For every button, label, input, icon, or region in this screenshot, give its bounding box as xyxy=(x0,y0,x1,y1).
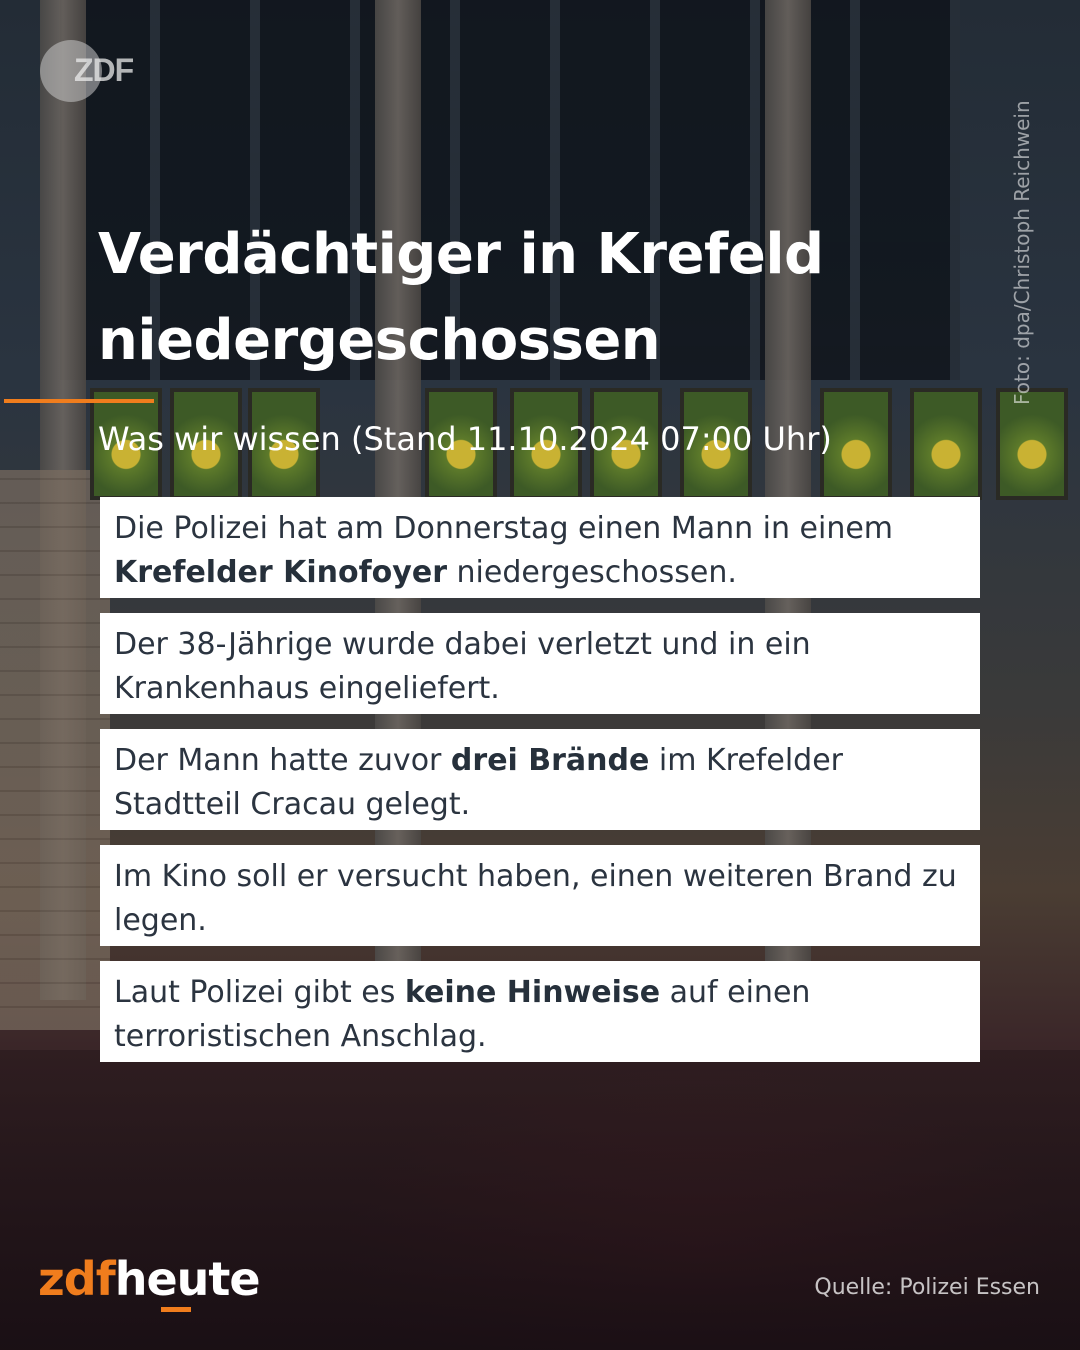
subtitle: Was wir wissen (Stand 11.10.2024 07:00 U… xyxy=(98,420,832,458)
fact-text: niedergeschossen. xyxy=(447,555,737,590)
fact-text: Der 38-Jährige wurde dabei verletzt und … xyxy=(114,627,811,706)
brand-zdf: zdf xyxy=(38,1252,116,1306)
photo-credit: Foto: dpa/Christoph Reichwein xyxy=(1010,100,1034,405)
fact-text: Die Polizei hat am Donnerstag einen Mann… xyxy=(114,511,894,546)
facts-list: Die Polizei hat am Donnerstag einen Mann… xyxy=(100,497,980,1077)
accent-divider xyxy=(4,399,154,403)
fact-card: Im Kino soll er versucht haben, einen we… xyxy=(100,845,980,946)
fact-highlight: Krefelder Kinofoyer xyxy=(114,555,447,590)
brand-underline xyxy=(161,1307,191,1312)
fact-card: Der Mann hatte zuvor drei Brände im Kref… xyxy=(100,729,980,830)
fact-card: Die Polizei hat am Donnerstag einen Mann… xyxy=(100,497,980,598)
brick-wall xyxy=(0,470,110,1030)
fact-highlight: keine Hinweise xyxy=(404,975,661,1010)
fact-highlight: drei Brände xyxy=(450,743,650,778)
fact-text: Laut Polizei gibt es xyxy=(114,975,405,1010)
zdfheute-logo: zdfheute xyxy=(38,1252,261,1312)
fact-card: Laut Polizei gibt es keine Hinweise auf … xyxy=(100,961,980,1062)
source-note: Quelle: Polizei Essen xyxy=(814,1275,1040,1300)
zdf-logo-text: ZDF xyxy=(74,52,134,88)
brand-heute: heute xyxy=(114,1252,261,1306)
fact-text: Im Kino soll er versucht haben, einen we… xyxy=(114,859,957,938)
fact-card: Der 38-Jährige wurde dabei verletzt und … xyxy=(100,613,980,714)
headline: Verdächtiger in Krefeld niedergeschossen xyxy=(98,222,824,373)
fact-text: Der Mann hatte zuvor xyxy=(114,743,451,778)
